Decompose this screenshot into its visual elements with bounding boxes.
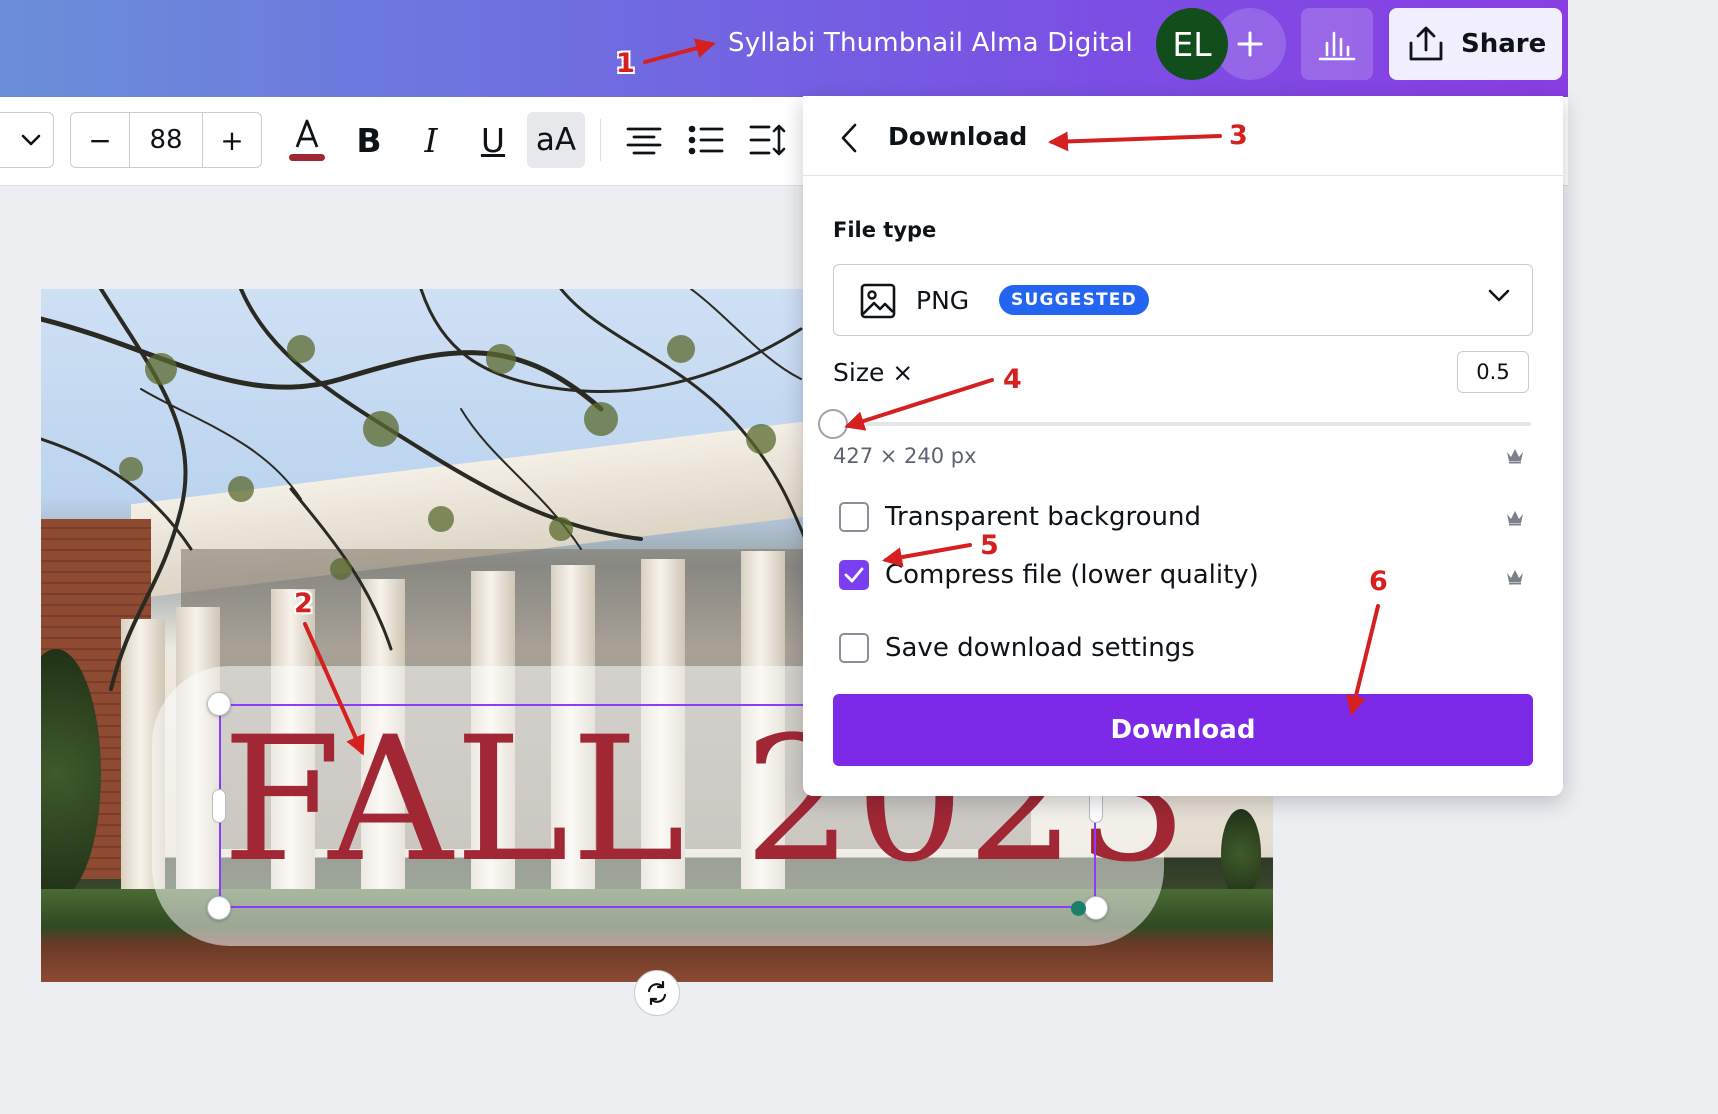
image-icon — [860, 283, 896, 319]
shrub — [1221, 809, 1261, 899]
share-button[interactable]: Share — [1389, 8, 1562, 80]
size-slider-handle[interactable] — [818, 409, 848, 439]
download-panel-title: Download — [888, 122, 1028, 151]
compress-file-checkbox[interactable] — [839, 560, 869, 590]
toolbar-divider — [600, 119, 601, 161]
file-type-label: File type — [833, 218, 937, 242]
letter-case-button[interactable]: aA — [527, 112, 585, 168]
font-size-input[interactable]: 88 — [129, 113, 203, 167]
insights-button[interactable] — [1301, 8, 1373, 80]
resize-handle-bottom-left[interactable] — [207, 896, 231, 920]
bullet-list-icon — [688, 125, 724, 155]
increase-font-size-button[interactable]: + — [203, 113, 261, 167]
resize-handle-top-left[interactable] — [207, 692, 231, 716]
size-slider-track[interactable] — [833, 422, 1531, 426]
bold-button[interactable]: B — [341, 112, 397, 168]
bullet-list-button[interactable] — [678, 112, 734, 168]
download-panel-header: Download — [803, 96, 1563, 176]
chevron-left-icon — [841, 123, 857, 153]
download-panel: Download File type PNG SUGGESTED Size × … — [803, 96, 1563, 796]
element-anchor-dot[interactable] — [1071, 901, 1086, 916]
share-label: Share — [1461, 29, 1547, 59]
italic-button[interactable]: I — [403, 112, 459, 168]
align-center-icon — [626, 127, 662, 155]
font-family-dropdown[interactable] — [0, 112, 54, 168]
size-label: Size × — [833, 358, 914, 387]
top-bar: Syllabi Thumbnail Alma Digital EL Share — [0, 0, 1568, 97]
bar-chart-icon — [1318, 31, 1356, 61]
crown-icon — [1507, 511, 1523, 526]
user-avatar[interactable]: EL — [1156, 8, 1228, 80]
crown-icon — [1507, 570, 1523, 585]
save-settings-checkbox[interactable] — [839, 633, 869, 663]
option-label: Compress file (lower quality) — [885, 560, 1259, 590]
save-download-settings-option[interactable]: Save download settings — [839, 633, 1195, 663]
annotation-number-1: 1 — [616, 48, 635, 79]
font-size-stepper: − 88 + — [70, 112, 262, 168]
transparent-background-option[interactable]: Transparent background — [839, 502, 1201, 532]
suggested-badge: SUGGESTED — [999, 285, 1149, 315]
annotation-number-4: 4 — [1003, 364, 1022, 395]
option-label: Save download settings — [885, 633, 1195, 663]
decrease-font-size-button[interactable]: − — [71, 113, 129, 167]
checkmark-icon — [844, 567, 864, 583]
transparent-background-checkbox[interactable] — [839, 502, 869, 532]
annotation-number-5: 5 — [980, 530, 999, 561]
align-center-button[interactable] — [616, 112, 672, 168]
file-type-value: PNG — [916, 286, 970, 315]
chevron-down-icon — [1488, 289, 1510, 302]
line-spacing-button[interactable] — [740, 112, 796, 168]
annotation-number-6: 6 — [1369, 566, 1388, 597]
back-button[interactable] — [829, 116, 869, 160]
annotation-number-2: 2 — [294, 588, 313, 619]
text-color-icon — [289, 119, 325, 161]
option-label: Transparent background — [885, 502, 1201, 532]
download-button[interactable]: Download — [833, 694, 1533, 766]
crown-icon — [1507, 449, 1523, 464]
line-spacing-icon — [749, 124, 786, 156]
resize-handle-bottom-right[interactable] — [1084, 896, 1108, 920]
upload-icon — [1409, 26, 1443, 61]
chevron-down-icon — [21, 134, 41, 146]
underline-button[interactable]: U — [465, 112, 521, 168]
plus-icon — [1237, 31, 1263, 57]
annotation-number-3: 3 — [1229, 120, 1248, 151]
resize-handle-left[interactable] — [212, 789, 226, 823]
rotate-icon — [647, 980, 667, 1006]
rotate-button[interactable] — [634, 970, 680, 1016]
text-color-button[interactable] — [279, 112, 335, 168]
size-input[interactable]: 0.5 — [1457, 351, 1529, 393]
file-type-select[interactable]: PNG SUGGESTED — [833, 264, 1533, 336]
compress-file-option[interactable]: Compress file (lower quality) — [839, 560, 1259, 590]
output-dimensions: 427 × 240 px — [833, 444, 977, 468]
document-title[interactable]: Syllabi Thumbnail Alma Digital — [728, 28, 1133, 58]
